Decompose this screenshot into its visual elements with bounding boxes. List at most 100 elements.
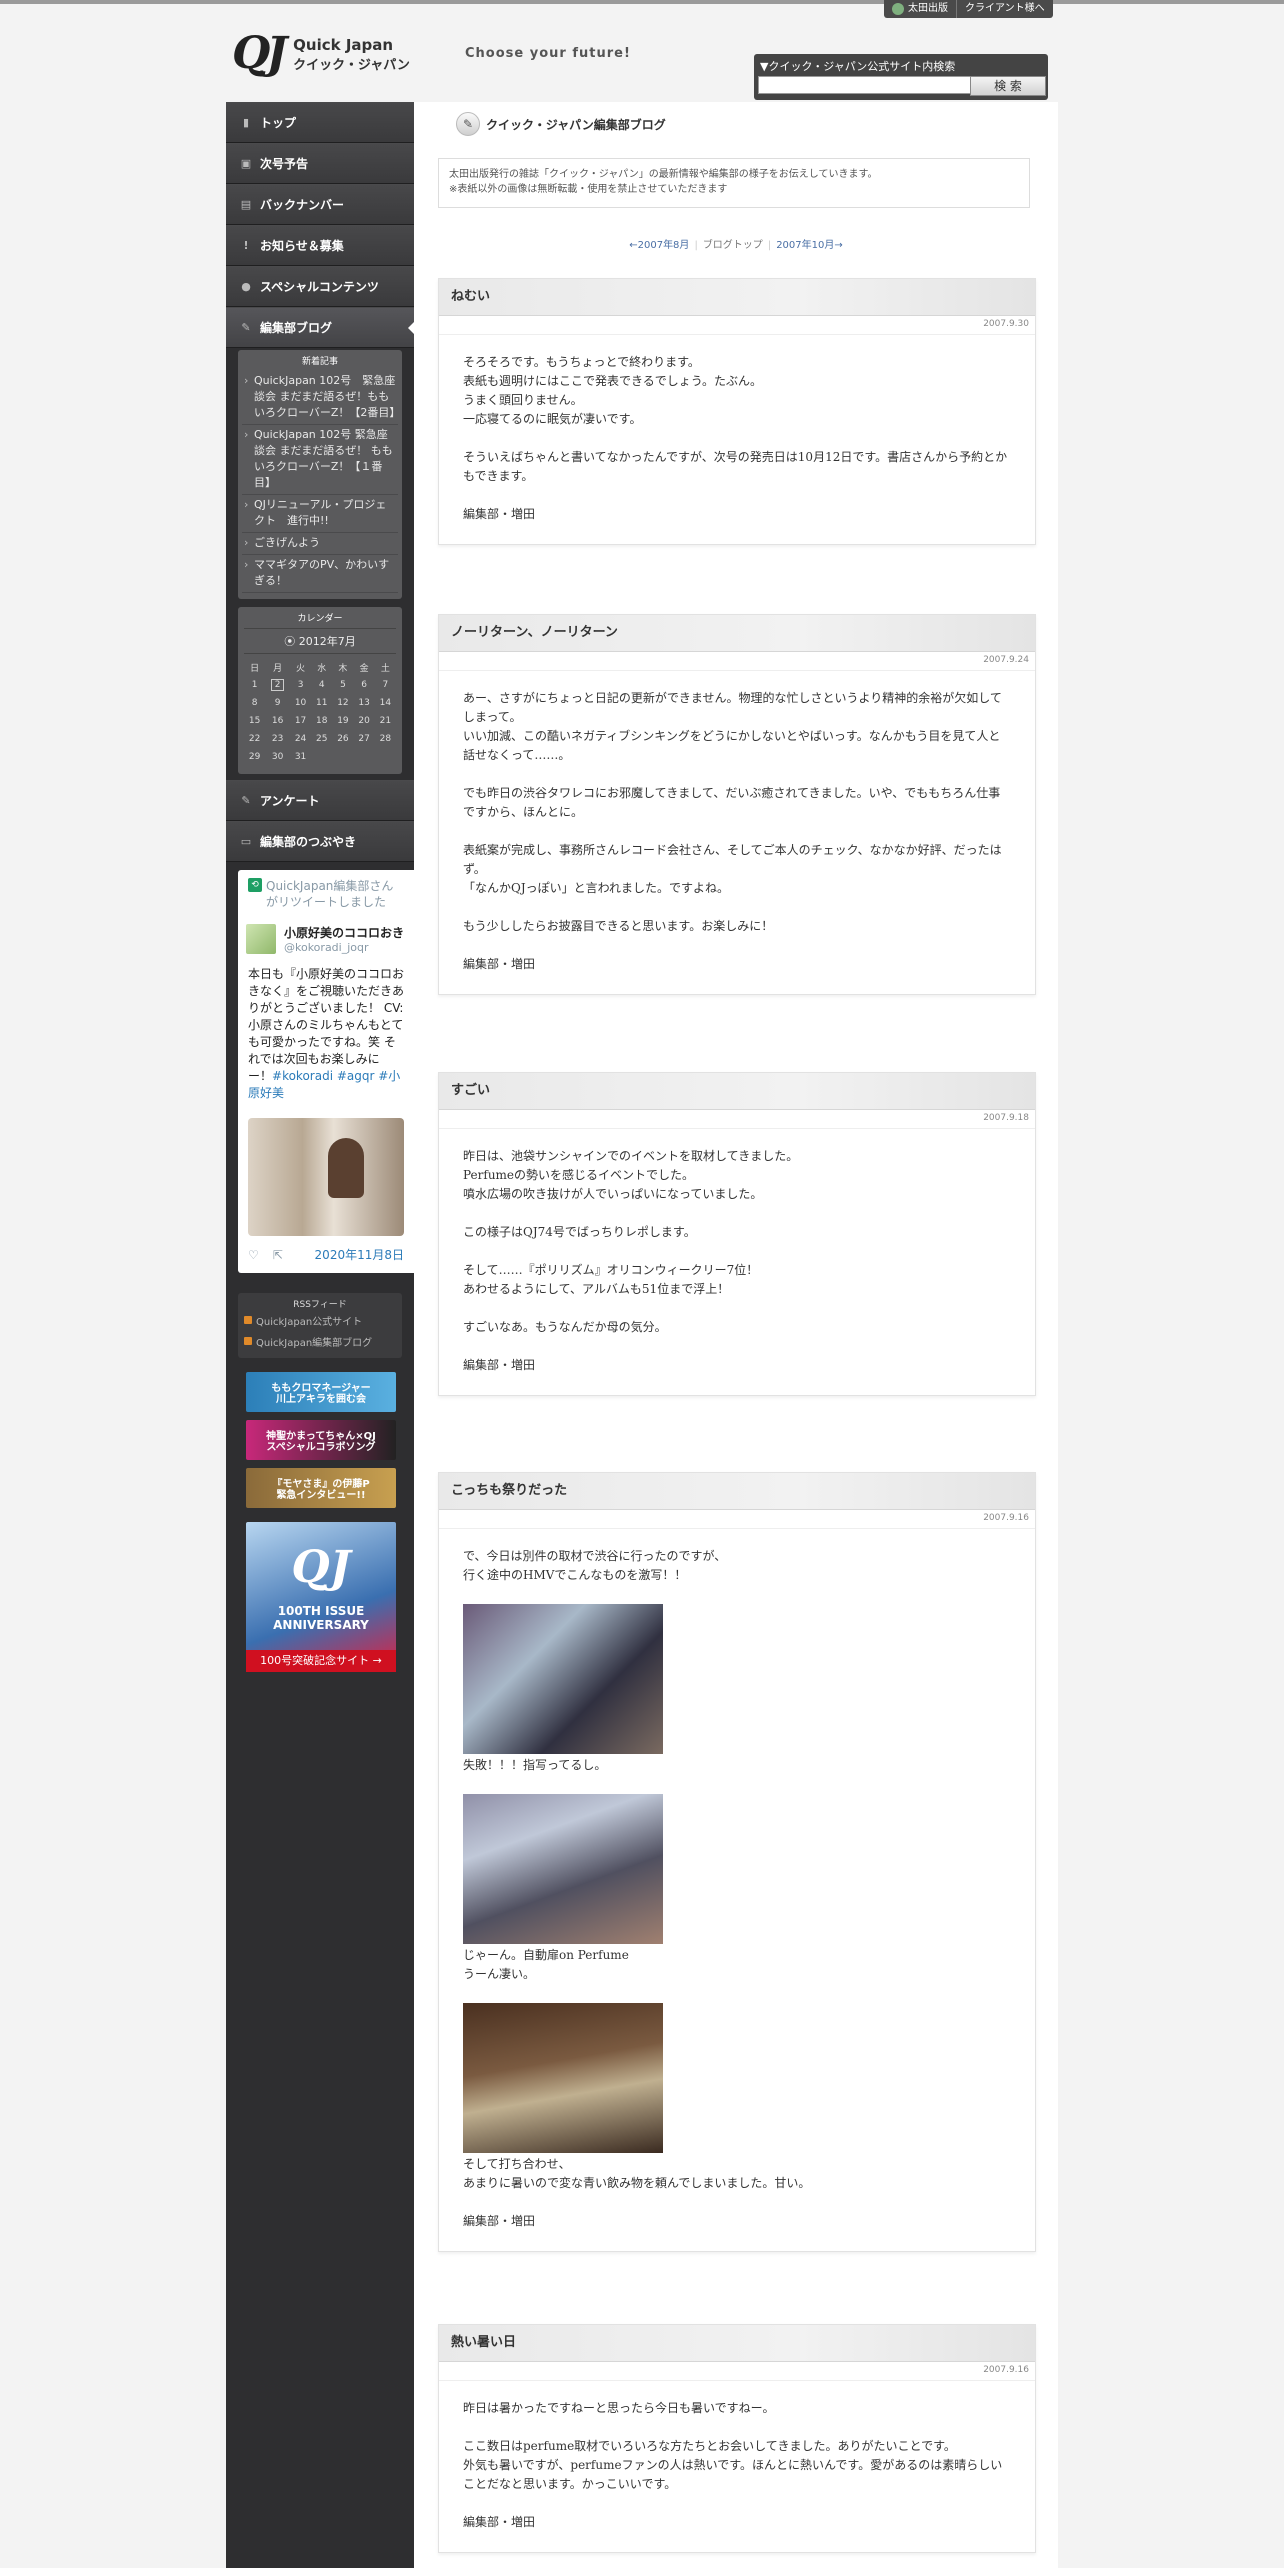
photo-block: じゃーん。自動扉on Perfume うーん凄い。 — [463, 1794, 1011, 1984]
calendar-day[interactable]: 11 — [311, 694, 332, 712]
calendar-day[interactable]: 10 — [290, 694, 311, 712]
entry-body: 昨日は、池袋サンシャインでのイベントを取材してきました。 Perfumeの勢いを… — [439, 1129, 1035, 1395]
calendar-day[interactable]: 19 — [332, 712, 353, 730]
entry-date: 2007.9.30 — [439, 316, 1035, 335]
calendar-day[interactable]: 27 — [354, 730, 375, 748]
rss-link[interactable]: QuickJapan公式サイト — [244, 1310, 396, 1331]
calendar-day[interactable]: 31 — [290, 748, 311, 766]
search-label: ▼クイック・ジャパン公式サイト内検索 — [760, 60, 956, 73]
site-logo[interactable]: QJ Quick Japan クイック・ジャパン — [232, 30, 410, 78]
nav-blog[interactable]: ✎ 編集部ブログ — [226, 307, 414, 348]
entry-paragraph: そういえばちゃんと書いてなかったんですが、次号の発売日は10月12日です。書店さ… — [463, 450, 1008, 483]
search-input[interactable] — [758, 76, 974, 94]
calendar-day[interactable]: 21 — [375, 712, 396, 730]
banner-kamattechan[interactable]: 神聖かまってちゃん×QJ スペシャルコラボソング — [246, 1420, 396, 1460]
entry-title[interactable]: こっちも祭りだった — [439, 1473, 1035, 1510]
main-content: ✎ クイック・ジャパン編集部ブログ 太田出版発行の雑誌「クイック・ジャパン」の最… — [414, 102, 1058, 2568]
calendar-day[interactable]: 15 — [244, 712, 265, 730]
calendar-day[interactable]: 9 — [265, 694, 290, 712]
entry-title[interactable]: ノーリターン、ノーリターン — [439, 615, 1035, 652]
calendar-day[interactable]: 8 — [244, 694, 265, 712]
entry-paragraph: そして……『ポリリズム』オリコンウィークリー7位！ あわせるようにして、アルバム… — [463, 1263, 759, 1296]
entry-title[interactable]: すごい — [439, 1073, 1035, 1110]
tweet-author[interactable]: 小原好美のココロおき @kokoradi_joqr — [238, 910, 414, 962]
banner-momoclo[interactable]: ももクロマネージャー 川上アキラを囲む会 — [246, 1372, 396, 1412]
rss-link[interactable]: QuickJapan編集部ブログ — [244, 1331, 396, 1352]
entry-date: 2007.9.24 — [439, 652, 1035, 671]
banner-moyasama[interactable]: 『モヤさま』の伊藤P 緊急インタビュー!! — [246, 1468, 396, 1508]
anniversary-link[interactable]: 100号突破記念サイト → — [246, 1650, 396, 1672]
calendar-day[interactable]: 5 — [332, 676, 353, 694]
nav-tweets[interactable]: ▭ 編集部のつぶやき — [226, 821, 414, 862]
entry-paragraph: あー、さすがにちょっと日記の更新ができません。物理的な忙しさというより精神的余裕… — [463, 691, 1002, 762]
calendar-day[interactable]: 4 — [311, 676, 332, 694]
drink-photo[interactable] — [463, 2003, 663, 2153]
calendar-day[interactable]: 22 — [244, 730, 265, 748]
calendar-grid: 日月火水木金土 1 2 3 4 5 6 7 8 9 10 11 12 13 14 15 16 17 18 19 20 2… — [244, 658, 396, 766]
nav-special-icon: ● — [241, 280, 251, 293]
recent-posts: 新着記事 QuickJapan 102号 緊急座談会 まだまだ語るぜ！ももいろク… — [238, 350, 402, 599]
entry-title[interactable]: ねむい — [439, 279, 1035, 316]
blog-intro: 太田出版発行の雑誌「クイック・ジャパン」の最新情報や編集部の様子をお伝えしていき… — [438, 158, 1030, 208]
nav-survey[interactable]: ✎ アンケート — [226, 780, 414, 821]
entry-signature: 編集部・増田 — [463, 2515, 536, 2529]
recent-post-link[interactable]: QJリニューアル・プロジェクト 進行中!! — [242, 495, 398, 533]
retweet-text: QuickJapan編集部さんがリツイートしました — [266, 879, 394, 909]
calendar-day[interactable]: 29 — [244, 748, 265, 766]
calendar: カレンダー ⦿ 2012年7月 日月火水木金土 1 2 3 4 5 6 7 8 9 10 11 12 1… — [238, 607, 402, 774]
ohta-logo-icon — [892, 3, 904, 15]
calendar-day[interactable]: 6 — [354, 676, 375, 694]
calendar-day[interactable]: 7 — [375, 676, 396, 694]
next-month-link[interactable]: 2007年10月→ — [776, 240, 843, 251]
nav-news[interactable]: ! お知らせ＆募集 — [226, 225, 414, 266]
share-icon[interactable]: ⇱ — [273, 1248, 283, 1262]
calendar-day[interactable]: 3 — [290, 676, 311, 694]
tweet-footer: ♡ ⇱ 2020年11月8日 — [238, 1246, 414, 1263]
prev-month-link[interactable]: ←2007年8月 — [629, 240, 689, 251]
calendar-day[interactable]: 26 — [332, 730, 353, 748]
calendar-day[interactable]: 17 — [290, 712, 311, 730]
calendar-day[interactable]: 20 — [354, 712, 375, 730]
ohta-publishing-label: 太田出版 — [908, 3, 948, 14]
perfume-door-photo[interactable] — [463, 1794, 663, 1944]
nav-top[interactable]: ▮ トップ — [226, 102, 414, 143]
nav-back-numbers[interactable]: ▤ バックナンバー — [226, 184, 414, 225]
ohta-publishing-link[interactable]: 太田出版 — [884, 0, 956, 18]
blog-entry: ノーリターン、ノーリターン 2007.9.24 あー、さすがにちょっと日記の更新… — [438, 614, 1036, 995]
recent-post-link[interactable]: QuickJapan 102号 緊急座談会 まだまだ語るぜ！ももいろクローバーZ… — [242, 371, 400, 425]
calendar-day[interactable]: 1 — [244, 676, 265, 694]
photo-caption: そして打ち合わせ、 あまりに暑いので変な青い飲み物を頼んでしまいました。甘い。 — [463, 2157, 811, 2190]
calendar-day[interactable]: 13 — [354, 694, 375, 712]
tweet-photo[interactable] — [248, 1118, 404, 1236]
calendar-title: カレンダー — [297, 614, 343, 624]
calendar-day[interactable]: 23 — [265, 730, 290, 748]
calendar-day[interactable]: 24 — [290, 730, 311, 748]
calendar-day[interactable]: 28 — [375, 730, 396, 748]
heart-icon[interactable]: ♡ — [248, 1248, 259, 1262]
calendar-day[interactable]: 25 — [311, 730, 332, 748]
calendar-day[interactable]: 30 — [265, 748, 290, 766]
client-link[interactable]: クライアント様へ — [956, 0, 1053, 18]
nav-next-issue[interactable]: ▣ 次号予告 — [226, 143, 414, 184]
site-search: ▼クイック・ジャパン公式サイト内検索 検 索 — [754, 54, 1048, 100]
hmv-photo[interactable] — [463, 1604, 663, 1754]
entry-title[interactable]: 熱い暑い日 — [439, 2325, 1035, 2362]
blog-entry: ねむい 2007.9.30 そろそろです。もうちょっとで終わります。 表紙も週明… — [438, 278, 1036, 545]
entry-date: 2007.9.18 — [439, 1110, 1035, 1129]
recent-post-link[interactable]: QuickJapan 102号 緊急座談会 まだまだ語るぜ！ ももいろクローバー… — [242, 425, 398, 495]
calendar-day[interactable]: 12 — [332, 694, 353, 712]
anniversary-banner[interactable]: QJ 100TH ISSUE ANNIVERSARY 100号突破記念サイト → — [246, 1522, 396, 1672]
calendar-month: ⦿ 2012年7月 — [244, 628, 396, 654]
calendar-day[interactable]: 16 — [265, 712, 290, 730]
logo-text-ja: クイック・ジャパン — [293, 57, 410, 73]
tweet-date[interactable]: 2020年11月8日 — [315, 1246, 404, 1263]
calendar-day[interactable]: 18 — [311, 712, 332, 730]
blog-top-link[interactable]: ブログトップ — [703, 240, 763, 251]
calendar-day[interactable]: 2 — [265, 676, 290, 694]
calendar-day[interactable]: 14 — [375, 694, 396, 712]
search-button[interactable]: 検 索 — [970, 76, 1046, 96]
nav-special[interactable]: ● スペシャルコンテンツ — [226, 266, 414, 307]
recent-post-link[interactable]: ごきげんよう — [242, 533, 398, 555]
calendar-day — [332, 748, 353, 766]
recent-post-link[interactable]: ママギタアのPV、かわいすぎる！ — [242, 555, 398, 593]
